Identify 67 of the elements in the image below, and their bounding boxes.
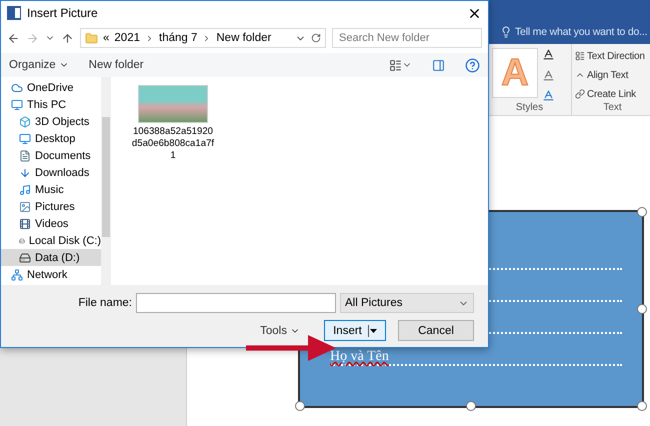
text-effects-icon[interactable] <box>542 89 555 102</box>
breadcrumb-item[interactable]: 2021 <box>114 32 140 44</box>
downloads-icon <box>19 166 31 178</box>
breadcrumb-item[interactable]: tháng 7 <box>159 32 198 44</box>
videos-icon <box>19 218 31 230</box>
organize-button[interactable]: Organize <box>9 59 69 71</box>
help-icon[interactable] <box>465 58 480 72</box>
nav-item[interactable]: Documents <box>1 147 101 164</box>
nav-item[interactable]: Desktop <box>1 130 101 147</box>
caret-icon <box>368 324 377 336</box>
nav-item[interactable]: This PC <box>1 96 101 113</box>
resize-handle[interactable] <box>637 207 647 217</box>
word-icon <box>7 6 21 20</box>
nav-item[interactable]: Pictures <box>1 198 101 215</box>
insert-button[interactable]: Insert <box>324 320 386 341</box>
breadcrumb-overflow[interactable]: « <box>103 32 110 44</box>
folder-icon <box>85 32 98 44</box>
music-icon <box>19 184 31 196</box>
group-label: Styles <box>514 102 544 113</box>
nav-item[interactable]: Local Disk (C:) <box>1 232 101 249</box>
scrollbar[interactable] <box>101 77 111 285</box>
tools-button[interactable]: Tools <box>260 324 300 336</box>
search-field[interactable]: Search New folder <box>332 28 482 48</box>
ribbon-button[interactable]: Create Link <box>587 86 636 102</box>
lightbulb-icon <box>500 26 512 38</box>
nav-item[interactable]: Network <box>1 266 101 283</box>
documents-icon <box>19 150 31 162</box>
text-outline-icon[interactable] <box>542 68 555 82</box>
group-label: Text <box>602 102 623 113</box>
tell-me-search[interactable]: Tell me what you want to do... <box>515 26 648 38</box>
ribbon-button[interactable]: Align Text <box>587 67 628 83</box>
resize-handle[interactable] <box>295 401 305 411</box>
desktop-icon <box>19 132 31 144</box>
pictures-icon <box>19 200 31 212</box>
network-icon <box>11 268 23 280</box>
file-type-select[interactable]: All Pictures <box>340 293 474 313</box>
cloud-icon <box>11 82 23 94</box>
file-name[interactable]: 106388a52a51920d5a0e6b808ca1a7f1 <box>131 126 215 162</box>
link-icon <box>575 89 585 99</box>
drive-icon <box>19 252 31 264</box>
up-icon[interactable] <box>61 32 74 44</box>
refresh-icon <box>311 33 321 43</box>
nav-item[interactable]: Data (D:) <box>1 249 101 266</box>
nav-item[interactable]: OneDrive <box>1 79 101 96</box>
new-folder-button[interactable]: New folder <box>88 59 144 71</box>
file-name-label: File name: <box>78 297 132 309</box>
file-name-input[interactable] <box>136 293 336 313</box>
cube-icon <box>19 116 31 128</box>
view-icon[interactable] <box>389 58 412 72</box>
breadcrumb-item[interactable]: New folder <box>216 32 272 44</box>
nav-item[interactable]: Music <box>1 181 101 198</box>
resize-handle[interactable] <box>637 401 647 411</box>
back-icon[interactable] <box>7 32 20 44</box>
resize-handle[interactable] <box>466 401 476 411</box>
resize-handle[interactable] <box>637 304 647 314</box>
name-label: Họ và Tên <box>330 350 389 364</box>
chevron-icon <box>145 34 154 42</box>
preview-pane-icon[interactable] <box>432 58 445 72</box>
cancel-button[interactable]: Cancel <box>398 320 474 341</box>
text-fill-icon[interactable] <box>542 48 555 61</box>
pc-icon <box>11 98 23 110</box>
nav-item[interactable]: 3D Objects <box>1 113 101 130</box>
dialog-title: Insert Picture <box>27 6 99 20</box>
nav-item[interactable]: Videos <box>1 215 101 232</box>
address-bar[interactable]: « 2021 tháng 7 New folder <box>80 28 326 48</box>
ribbon-button[interactable]: Text Direction <box>587 48 645 64</box>
nav-item[interactable]: Downloads <box>1 164 101 181</box>
